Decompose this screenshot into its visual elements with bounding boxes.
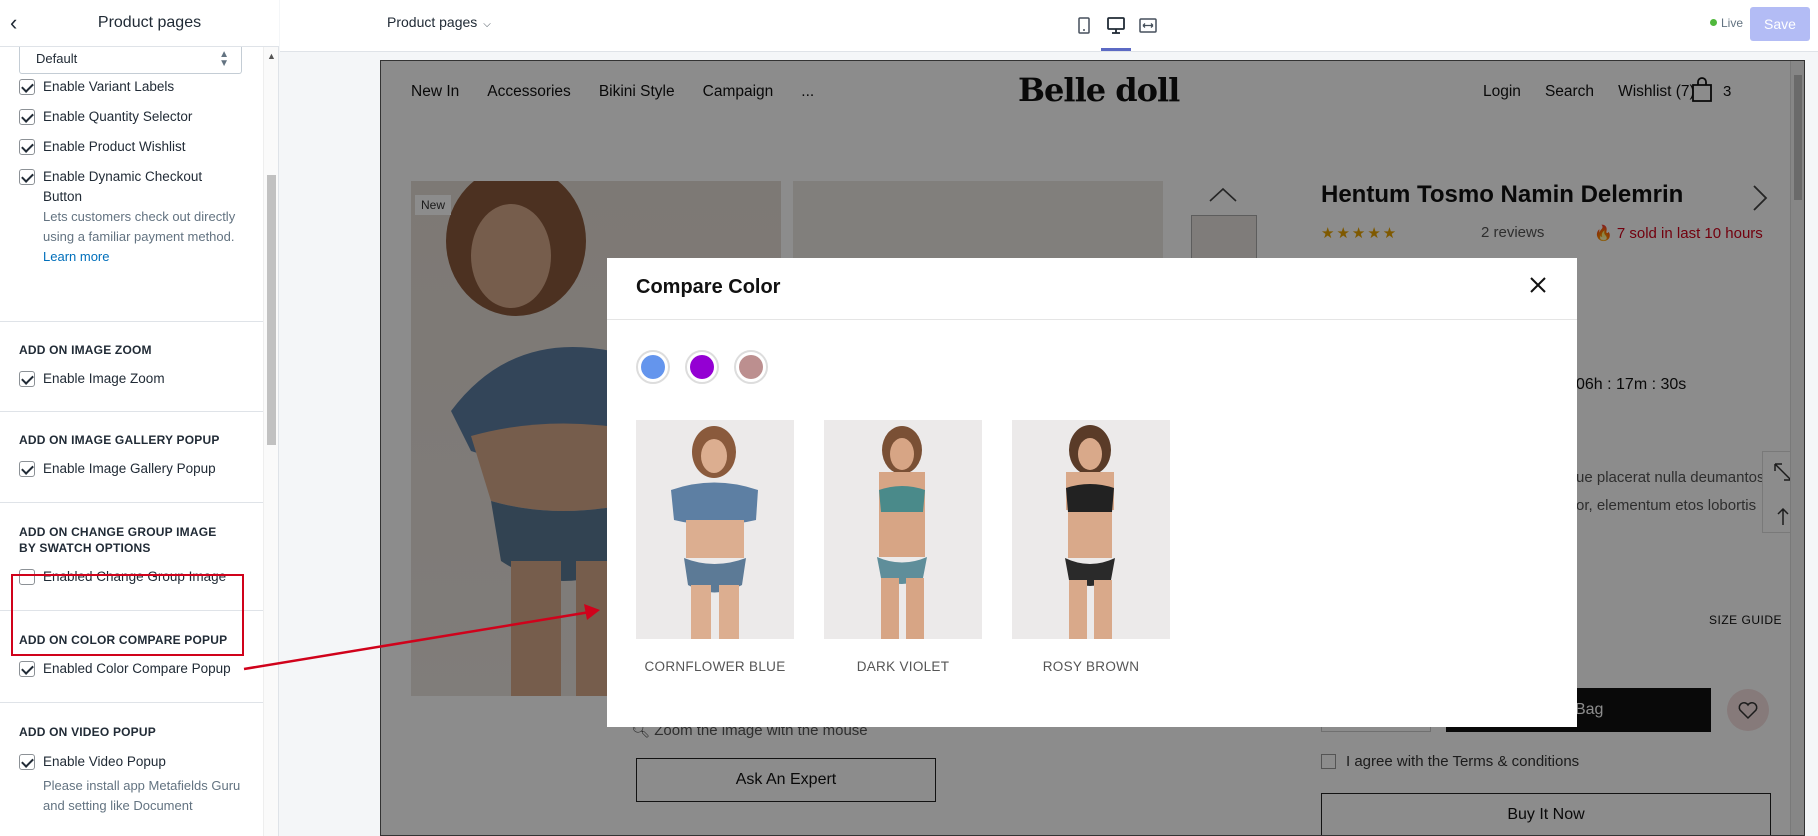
setting-quantity-selector[interactable]: Enable Quantity Selector — [19, 107, 192, 127]
dynamic-checkout-help: Lets customers check out directly using … — [43, 207, 243, 267]
setting-label: Enable Image Zoom — [43, 371, 165, 386]
model-photo-blue — [671, 426, 758, 639]
video-help: Please install app Metafields Guru and s… — [43, 778, 241, 813]
sidebar-scrollbar[interactable]: ▲ — [263, 47, 278, 836]
section-title-video: ADD ON VIDEO POPUP — [19, 725, 156, 739]
learn-more-link[interactable]: Learn more — [43, 249, 109, 264]
section-title-image-zoom: ADD ON IMAGE ZOOM — [19, 343, 152, 357]
compare-product-image — [824, 420, 982, 639]
swatch-dark-violet[interactable] — [685, 350, 719, 384]
section-title-group-image: ADD ON CHANGE GROUP IMAGE BY SWATCH OPTI… — [19, 525, 217, 555]
swatch-fill — [641, 355, 665, 379]
checkbox-checked[interactable] — [19, 461, 35, 477]
divider — [0, 411, 263, 412]
setting-variant-labels[interactable]: Enable Variant Labels — [19, 77, 174, 97]
divider — [0, 702, 263, 703]
modal-title: Compare Color — [636, 276, 781, 298]
mobile-view-button[interactable] — [1069, 10, 1099, 42]
compare-product-name: CORNFLOWER BLUE — [644, 659, 786, 674]
sidebar-header: ‹ Product pages — [0, 0, 279, 47]
theme-settings-sidebar: ‹ Product pages Default ▲ ▼ Enable Varian… — [0, 0, 279, 836]
modal-header: Compare Color — [607, 258, 1577, 320]
swatch-rosy-brown[interactable] — [734, 350, 768, 384]
scrollbar-thumb[interactable] — [267, 175, 276, 445]
setting-label: Enable Video Popup — [43, 754, 166, 769]
compare-product-card[interactable]: DARK VIOLET — [824, 420, 982, 674]
desktop-view-button[interactable] — [1101, 10, 1131, 51]
section-title-gallery: ADD ON IMAGE GALLERY POPUP — [19, 433, 220, 447]
sidebar-title: Product pages — [97, 14, 202, 31]
setting-video-popup[interactable]: Enable Video Popup — [19, 752, 166, 772]
setting-label: Enable Product Wishlist — [43, 139, 186, 154]
compare-color-modal: Compare Color CORNFLOWER BLUE DARK VIOLE… — [607, 258, 1577, 727]
desktop-icon — [1107, 17, 1125, 34]
model-photo-rosy — [1065, 425, 1115, 639]
model-photo-violet — [877, 426, 927, 639]
live-label: Live — [1721, 16, 1744, 30]
setting-color-compare-popup[interactable]: Enabled Color Compare Popup — [19, 659, 231, 679]
page-type-label: Product pages — [387, 14, 478, 30]
compare-product-card[interactable]: CORNFLOWER BLUE — [636, 420, 794, 674]
compare-product-name: ROSY BROWN — [1042, 659, 1140, 674]
divider — [0, 502, 263, 503]
select-arrows-icon: ▲ ▼ — [219, 49, 229, 69]
swatch-fill — [690, 355, 714, 379]
compare-product-image — [1012, 420, 1170, 639]
help-text: Lets customers check out directly using … — [43, 209, 236, 244]
save-button[interactable]: Save — [1750, 7, 1810, 41]
device-preview-toggle — [1069, 10, 1165, 51]
compare-product-card[interactable]: ROSY BROWN — [1012, 420, 1170, 674]
back-chevron-icon[interactable]: ‹ — [10, 12, 30, 36]
sidebar-settings-list[interactable]: Default ▲ ▼ Enable Variant Labels Enable … — [0, 47, 263, 836]
checkbox-checked[interactable] — [19, 754, 35, 770]
setting-product-wishlist[interactable]: Enable Product Wishlist — [19, 137, 186, 157]
chevron-down-icon: ⌵ — [483, 19, 491, 30]
scroll-up-icon[interactable]: ▲ — [267, 51, 276, 61]
checkbox-checked[interactable] — [19, 371, 35, 387]
page-type-dropdown[interactable]: Product pages ⌵ — [387, 14, 491, 30]
compare-products: CORNFLOWER BLUE DARK VIOLET ROSY BROWN — [636, 420, 1200, 674]
compare-product-image — [636, 420, 794, 639]
setting-label: Enabled Color Compare Popup — [43, 661, 231, 676]
swatch-fill — [739, 355, 763, 379]
setting-gallery-popup[interactable]: Enable Image Gallery Popup — [19, 459, 216, 479]
editor-topbar: Product pages ⌵ Live Save — [280, 0, 1818, 52]
setting-label: Enable Image Gallery Popup — [43, 461, 216, 476]
swatch-cornflower-blue[interactable] — [636, 350, 670, 384]
fullwidth-icon — [1139, 18, 1157, 33]
close-icon[interactable] — [1527, 274, 1549, 296]
live-status: Live — [1710, 16, 1743, 30]
color-swatches — [636, 350, 783, 384]
fullwidth-view-button[interactable] — [1133, 10, 1163, 42]
setting-label: Enable Variant Labels — [43, 79, 175, 94]
template-select[interactable]: Default ▲ ▼ — [19, 47, 242, 74]
template-select-value: Default — [36, 51, 78, 66]
checkbox-checked[interactable] — [19, 109, 35, 125]
checkbox-checked[interactable] — [19, 139, 35, 155]
compare-product-name: DARK VIOLET — [856, 659, 950, 674]
mobile-icon — [1078, 17, 1090, 34]
checkbox-checked[interactable] — [19, 661, 35, 677]
highlight-annotation-box — [11, 574, 244, 656]
setting-label: Enable Dynamic Checkout Button — [43, 169, 203, 204]
live-dot-icon — [1710, 19, 1717, 26]
setting-label: Enable Quantity Selector — [43, 109, 193, 124]
setting-image-zoom[interactable]: Enable Image Zoom — [19, 369, 165, 389]
checkbox-checked[interactable] — [19, 79, 35, 95]
divider — [0, 321, 263, 322]
checkbox-checked[interactable] — [19, 169, 35, 185]
setting-dynamic-checkout[interactable]: Enable Dynamic Checkout Button — [19, 167, 219, 207]
